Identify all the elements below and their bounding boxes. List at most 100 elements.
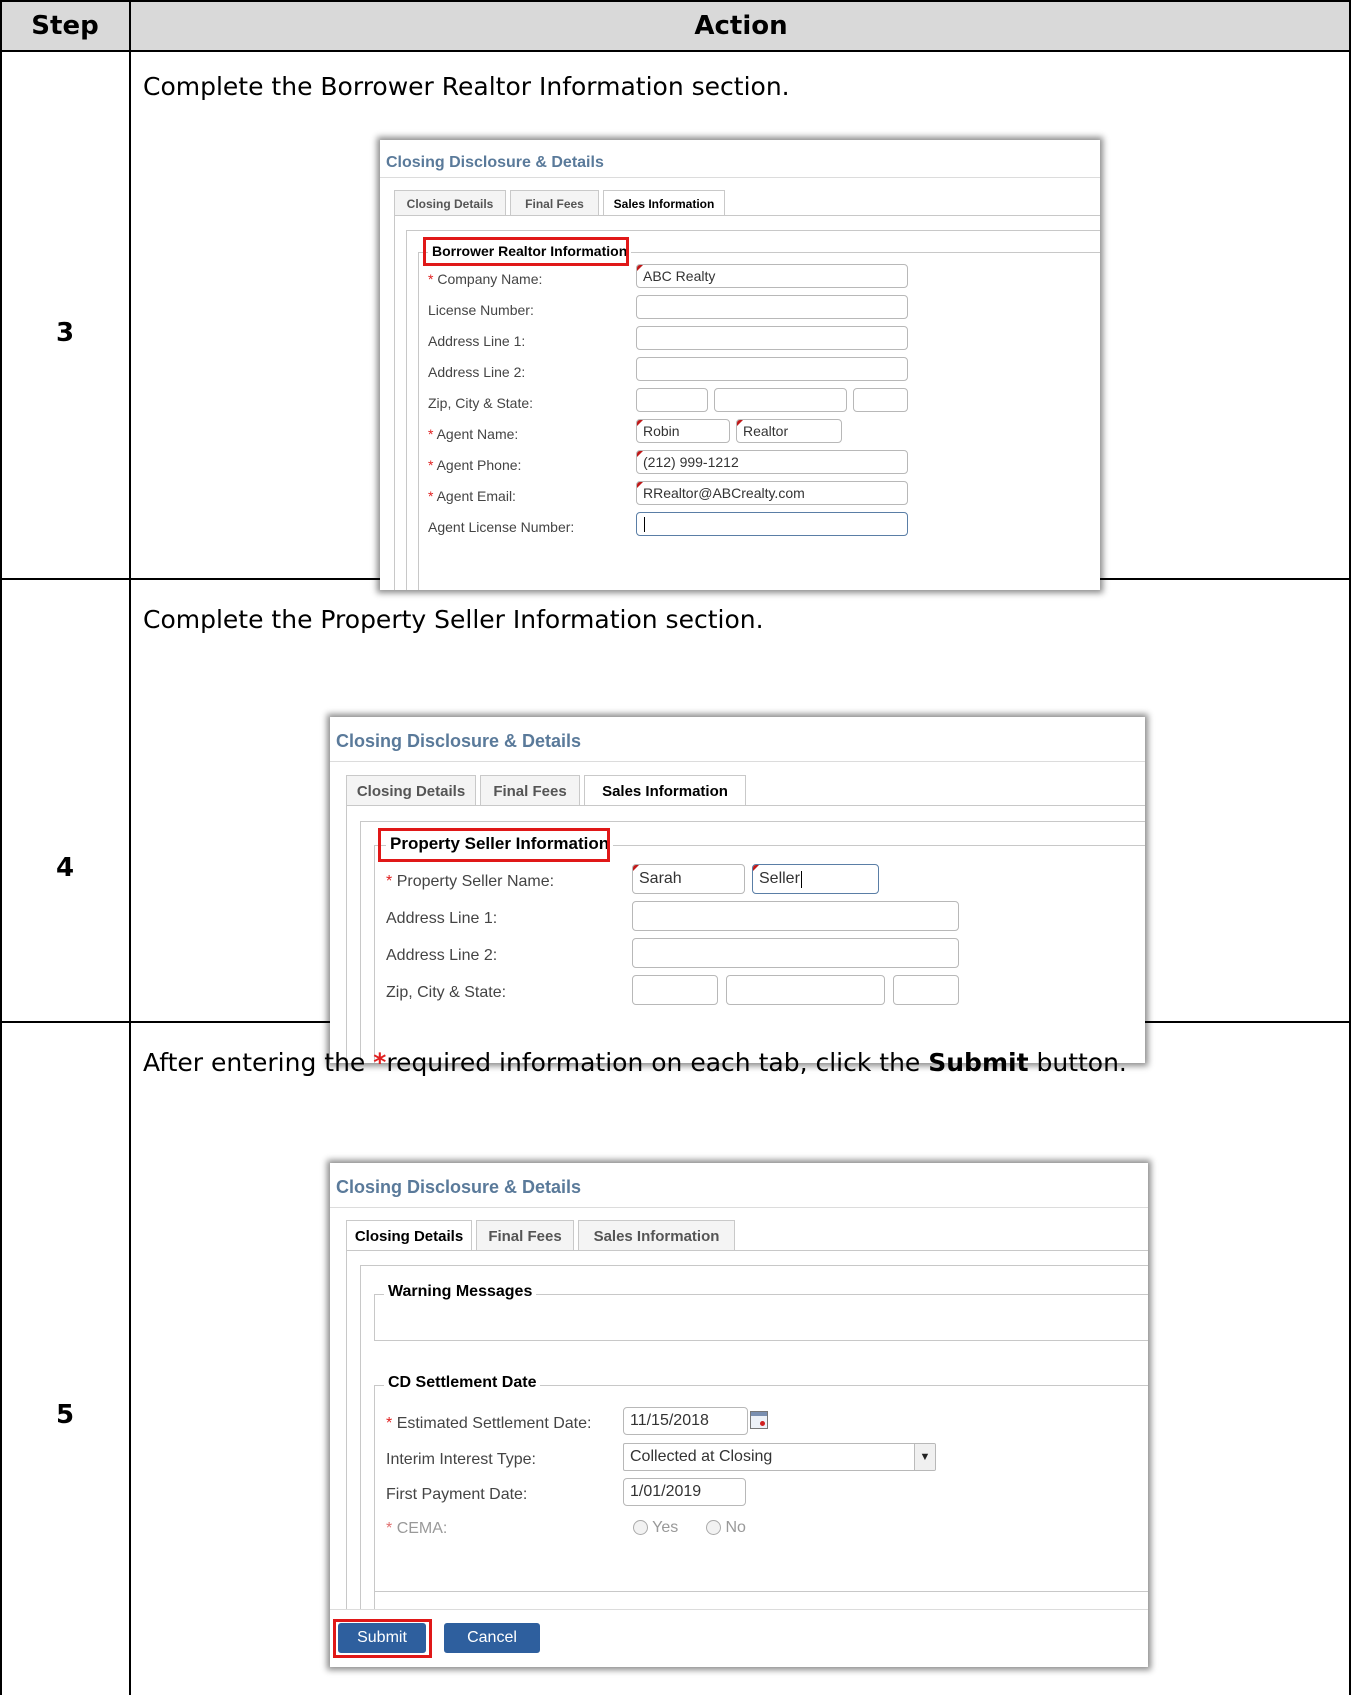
seller-last-name-input[interactable]: Seller — [752, 864, 879, 894]
screenshot-borrower-realtor: Closing Disclosure & Details Closing Det… — [380, 140, 1100, 590]
address-line-1-input[interactable] — [632, 901, 959, 931]
step-number: 4 — [55, 853, 75, 883]
agent-phone-input[interactable]: (212) 999-1212 — [636, 450, 908, 474]
tab-closing-details[interactable]: Closing Details — [346, 775, 476, 806]
header-step: Step — [31, 11, 99, 41]
table-row-divider — [0, 50, 1351, 52]
agent-phone-label: * Agent Phone: — [428, 457, 521, 473]
estimated-settlement-date-value: 11/15/2018 — [630, 1412, 709, 1429]
address-line-1-input[interactable] — [636, 326, 908, 350]
title-divider — [380, 177, 1100, 178]
zip-input[interactable] — [632, 975, 718, 1005]
first-payment-date-value: 1/01/2019 — [630, 1483, 702, 1500]
required-mark: * — [428, 488, 434, 504]
state-input[interactable] — [853, 388, 908, 412]
cema-yes-label: Yes — [652, 1519, 679, 1536]
panel-top-line — [360, 1265, 1148, 1266]
tab-closing-details[interactable]: Closing Details — [394, 190, 506, 216]
license-number-label: License Number: — [428, 302, 534, 318]
agent-last-name-input[interactable]: Realtor — [736, 419, 842, 443]
step-instruction: Complete the Property Seller Information… — [143, 605, 764, 634]
panel-top-line — [406, 230, 1100, 231]
tab-final-fees[interactable]: Final Fees — [476, 1220, 574, 1251]
license-number-input[interactable] — [636, 295, 908, 319]
panel-edge — [346, 1251, 347, 1609]
agent-email-value: RRealtor@ABCrealty.com — [643, 485, 805, 501]
screenshot-property-seller: Closing Disclosure & Details Closing Det… — [330, 717, 1145, 1063]
company-name-input[interactable]: ABC Realty — [636, 264, 908, 288]
address-line-2-input[interactable] — [636, 357, 908, 381]
tab-final-fees[interactable]: Final Fees — [510, 190, 599, 216]
first-payment-date-label: First Payment Date: — [386, 1486, 528, 1503]
calendar-icon-header — [751, 1412, 767, 1416]
tab-closing-details[interactable]: Closing Details — [346, 1220, 472, 1251]
seller-last-name-value: Seller — [759, 870, 800, 887]
warning-messages-title: Warning Messages — [384, 1283, 537, 1301]
first-payment-date-input[interactable]: 1/01/2019 — [623, 1478, 746, 1506]
window-title: Closing Disclosure & Details — [386, 154, 604, 171]
fieldset-edge — [374, 845, 375, 1063]
required-mark: * — [386, 1415, 393, 1432]
instruction-text: button. — [1028, 1048, 1127, 1077]
step-number: 5 — [55, 1400, 75, 1430]
tab-sales-information[interactable]: Sales Information — [603, 190, 725, 216]
interim-interest-type-value: Collected at Closing — [630, 1448, 773, 1465]
instruction-text: required information on each tab, click … — [386, 1048, 929, 1077]
table-column-divider — [129, 0, 131, 1695]
cancel-button[interactable]: Cancel — [444, 1623, 540, 1653]
address-line-2-label: Address Line 2: — [386, 947, 498, 964]
agent-email-label: * Agent Email: — [428, 488, 516, 504]
required-mark: * — [428, 457, 434, 473]
address-line-1-label: Address Line 1: — [428, 333, 526, 349]
label-text: Estimated Settlement Date: — [396, 1415, 592, 1432]
panel-edge — [360, 1265, 361, 1609]
estimated-settlement-date-label: * Estimated Settlement Date: — [386, 1415, 591, 1433]
interim-interest-type-select[interactable]: Collected at Closing ▼ — [623, 1443, 936, 1471]
zip-input[interactable] — [636, 388, 708, 412]
panel-edge — [406, 230, 407, 590]
text-cursor — [644, 516, 645, 532]
tab-sales-information[interactable]: Sales Information — [578, 1220, 735, 1251]
calendar-icon[interactable] — [750, 1411, 768, 1429]
calendar-icon-mark — [760, 1421, 765, 1426]
state-input[interactable] — [893, 975, 959, 1005]
agent-first-name-input[interactable]: Robin — [636, 419, 730, 443]
header-step-cell: Step — [0, 0, 130, 52]
fieldset-edge — [374, 1294, 375, 1340]
city-input[interactable] — [726, 975, 885, 1005]
agent-first-name-value: Robin — [643, 423, 680, 439]
tab-sales-information[interactable]: Sales Information — [584, 775, 746, 806]
tab-final-fees[interactable]: Final Fees — [480, 775, 580, 806]
city-input[interactable] — [714, 388, 847, 412]
estimated-settlement-date-input[interactable]: 11/15/2018 — [623, 1407, 748, 1435]
agent-last-name-value: Realtor — [743, 423, 789, 439]
tab-bar-line — [394, 215, 1100, 216]
instruction-submit-word: Submit — [928, 1048, 1029, 1077]
address-line-1-label: Address Line 1: — [386, 910, 498, 927]
step-instruction: After entering the *required information… — [143, 1048, 1127, 1077]
panel-edge — [394, 216, 395, 590]
title-divider — [330, 761, 1145, 762]
chevron-down-icon: ▼ — [914, 1444, 935, 1470]
seller-first-name-input[interactable]: Sarah — [632, 864, 745, 894]
cema-yes-option[interactable]: Yes — [633, 1519, 678, 1537]
label-text: Agent Phone: — [436, 457, 522, 473]
fieldset-edge — [418, 252, 419, 590]
radio-no[interactable] — [706, 1520, 721, 1536]
agent-email-input[interactable]: RRealtor@ABCrealty.com — [636, 481, 908, 505]
agent-license-number-input[interactable] — [636, 512, 908, 536]
panel-edge — [360, 821, 361, 1063]
address-line-2-input[interactable] — [632, 938, 959, 968]
label-text: Company Name: — [437, 271, 543, 287]
label-text: Agent Email: — [436, 488, 516, 504]
radio-yes[interactable] — [633, 1520, 648, 1536]
required-mark: * — [386, 873, 393, 890]
panel-edge — [346, 806, 347, 1063]
highlight-box — [423, 237, 629, 266]
cema-no-option[interactable]: No — [706, 1519, 746, 1537]
screenshot-closing-details: Closing Disclosure & Details Closing Det… — [330, 1163, 1148, 1667]
fieldset-bottom — [374, 1340, 1148, 1341]
table-border-top — [0, 0, 1351, 2]
company-name-label: * Company Name: — [428, 271, 542, 287]
label-text: Agent Name: — [436, 426, 519, 442]
